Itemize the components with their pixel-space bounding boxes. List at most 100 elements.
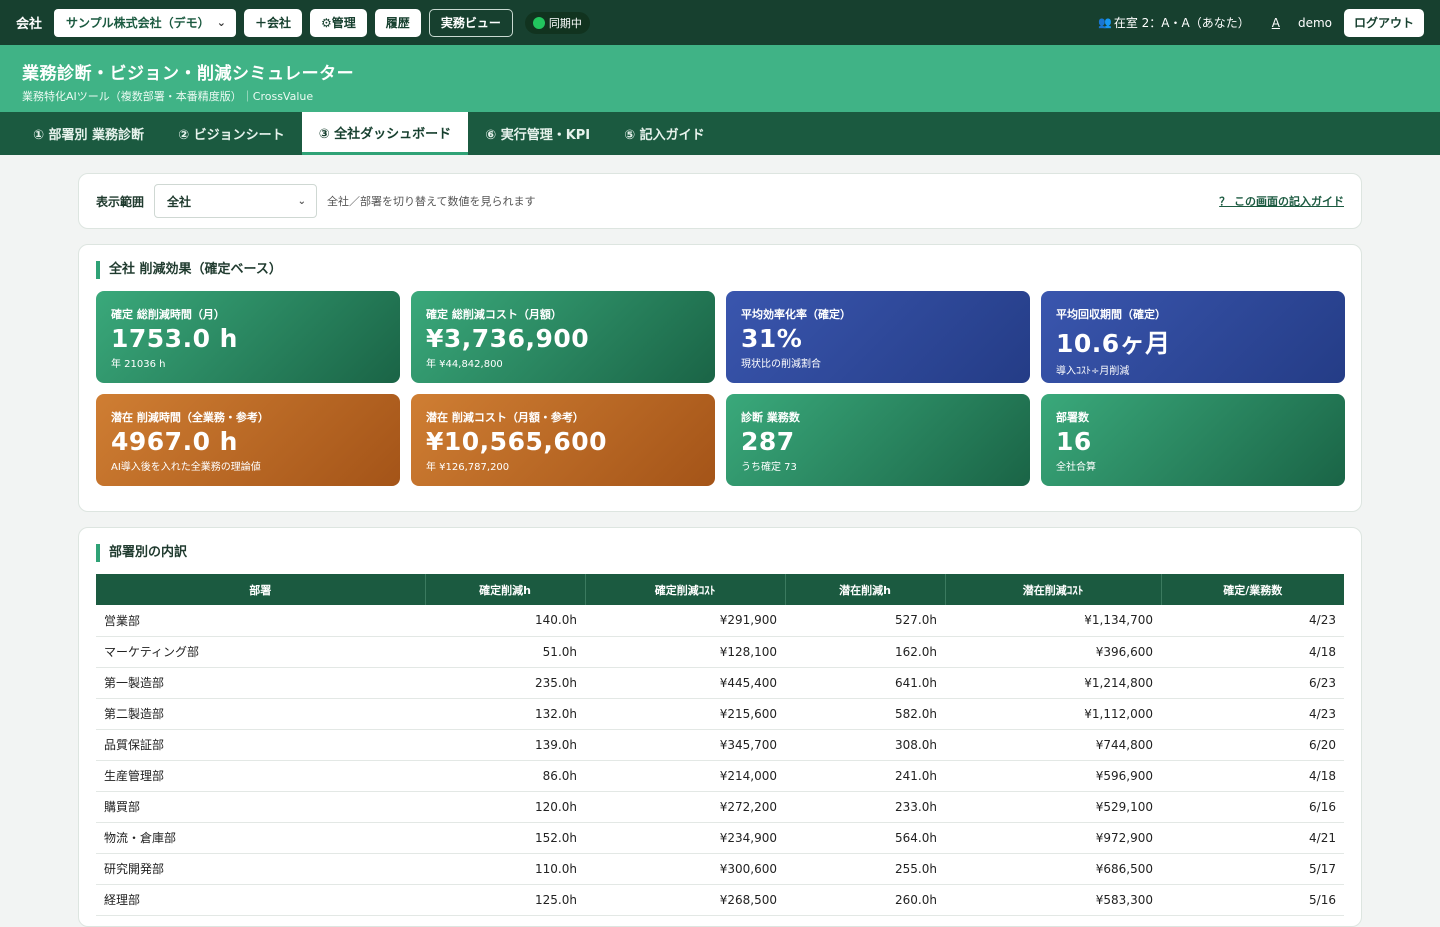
table-row: 物流・倉庫部 152.0h ¥234,900 564.0h ¥972,900 4/21 bbox=[96, 822, 1344, 854]
value-cell: 255.0h bbox=[785, 853, 945, 885]
admin-button[interactable]: ⚙管理 bbox=[310, 8, 367, 37]
kpi-label: 平均回収期間（確定） bbox=[1056, 308, 1166, 321]
value-cell: 582.0h bbox=[785, 698, 945, 730]
chevron-down-icon: ⌄ bbox=[216, 16, 227, 29]
value-cell: 140.0h bbox=[425, 605, 585, 637]
column-header: 確定削減h bbox=[425, 574, 586, 605]
table-row: 品質保証部 139.0h ¥345,700 308.0h ¥744,800 6/20 bbox=[96, 729, 1344, 761]
kpi-sub: 年 ¥126,787,200 bbox=[426, 462, 510, 473]
value-cell: ¥529,100 bbox=[945, 791, 1161, 823]
value-cell: ¥445,400 bbox=[585, 667, 785, 699]
work-view-button[interactable]: 実務ビュー bbox=[428, 8, 513, 37]
column-header: 潜在削減h bbox=[785, 574, 946, 605]
value-cell: 4/23 bbox=[1161, 605, 1344, 637]
company-select-value: サンプル株式会社（デモ） bbox=[66, 16, 210, 30]
value-cell: 162.0h bbox=[785, 636, 945, 668]
table-header-row: 部署 確定削減h 確定削減ｺｽﾄ 潜在削減h 潜在削減ｺｽﾄ 確定/業務数 bbox=[96, 574, 1344, 605]
tab-execution-kpi[interactable]: ⑥ 実行管理・KPI bbox=[468, 112, 607, 155]
scope-bar: 表示範囲 全社 ⌄ 全社／部署を切り替えて数値を見られます ？ この画面の記入ガ… bbox=[78, 173, 1362, 229]
kpi-sub: うち確定 73 bbox=[741, 462, 797, 473]
kpi-sub: 現状比の削減割合 bbox=[741, 359, 821, 370]
tab-entry-guide[interactable]: ⑤ 記入ガイド bbox=[607, 112, 722, 155]
value-cell: ¥1,134,700 bbox=[945, 605, 1161, 637]
sync-status-text: 同期中 bbox=[548, 16, 582, 30]
tab-company-dashboard[interactable]: ③ 全社ダッシュボード bbox=[301, 112, 469, 155]
scope-select[interactable]: 全社 ⌄ bbox=[154, 184, 318, 218]
table-row: 研究開発部 110.0h ¥300,600 255.0h ¥686,500 5/17 bbox=[96, 853, 1344, 885]
value-cell: 6/16 bbox=[1161, 791, 1344, 823]
department-cell: 研究開発部 bbox=[96, 853, 425, 885]
kpi-label: 診断 業務数 bbox=[741, 411, 800, 424]
add-company-button[interactable]: ＋会社 bbox=[244, 8, 303, 37]
tab-department-diagnosis[interactable]: ① 部署別 業務診断 bbox=[16, 112, 161, 155]
value-cell: 4/18 bbox=[1161, 636, 1344, 668]
department-cell: 購買部 bbox=[96, 791, 425, 823]
kpi-label: 確定 総削減時間（月） bbox=[111, 308, 225, 321]
department-cell: マーケティング部 bbox=[96, 636, 425, 668]
column-header: 部署 bbox=[96, 574, 426, 605]
breakdown-table: 部署 確定削減h 確定削減ｺｽﾄ 潜在削減h 潜在削減ｺｽﾄ 確定/業務数 営業… bbox=[96, 574, 1344, 916]
value-cell: 120.0h bbox=[425, 791, 585, 823]
kpi-department-count: 部署数 16 全社合算 bbox=[1041, 394, 1345, 486]
kpi-section-title: 全社 削減効果（確定ベース） bbox=[96, 261, 1344, 279]
value-cell: 139.0h bbox=[425, 729, 585, 761]
presence-text: 在室 2：A・A（あなた） bbox=[1113, 16, 1250, 30]
table-row: 生産管理部 86.0h ¥214,000 241.0h ¥596,900 4/18 bbox=[96, 760, 1344, 792]
top-bar: 会社 サンプル株式会社（デモ） ⌄ ＋会社 ⚙管理 履歴 実務ビュー 同期中 👥… bbox=[0, 0, 1440, 45]
sync-dot-icon bbox=[532, 16, 545, 29]
kpi-section: 全社 削減効果（確定ベース） 確定 総削減時間（月） 1753.0 h 年 21… bbox=[78, 244, 1362, 512]
value-cell: 152.0h bbox=[425, 822, 585, 854]
department-cell: 第二製造部 bbox=[96, 698, 425, 730]
logout-button[interactable]: ログアウト bbox=[1343, 8, 1424, 37]
column-header: 確定/業務数 bbox=[1161, 574, 1344, 605]
people-icon: 👥 bbox=[1098, 16, 1112, 29]
company-select[interactable]: サンプル株式会社（デモ） ⌄ bbox=[54, 8, 237, 37]
guide-link[interactable]: ？ この画面の記入ガイド bbox=[1219, 193, 1344, 209]
kpi-sub: 年 ¥44,842,800 bbox=[426, 359, 503, 370]
value-cell: 527.0h bbox=[785, 605, 945, 637]
kpi-value: ¥10,565,600 bbox=[426, 427, 608, 456]
kpi-value: 10.6ヶ月 bbox=[1056, 329, 1171, 358]
department-cell: 生産管理部 bbox=[96, 760, 425, 792]
scope-select-value: 全社 bbox=[167, 194, 192, 209]
sync-status-badge: 同期中 bbox=[524, 11, 590, 34]
value-cell: 6/20 bbox=[1161, 729, 1344, 761]
kpi-label: 潜在 削減時間（全業務・参考） bbox=[111, 411, 269, 424]
kpi-grid: 確定 総削減時間（月） 1753.0 h 年 21036 h 確定 総削減コスト… bbox=[96, 291, 1345, 486]
font-size-toggle[interactable]: A bbox=[1272, 16, 1280, 30]
table-row: 購買部 120.0h ¥272,200 233.0h ¥529,100 6/16 bbox=[96, 791, 1344, 823]
value-cell: ¥1,112,000 bbox=[945, 698, 1161, 730]
department-cell: 物流・倉庫部 bbox=[96, 822, 425, 854]
department-cell: 第一製造部 bbox=[96, 667, 425, 699]
main-tabs: ① 部署別 業務診断 ② ビジョンシート ③ 全社ダッシュボード ⑥ 実行管理・… bbox=[0, 112, 1440, 155]
value-cell: ¥744,800 bbox=[945, 729, 1161, 761]
value-cell: 5/17 bbox=[1161, 853, 1344, 885]
table-row: 第二製造部 132.0h ¥215,600 582.0h ¥1,112,000 4/23 bbox=[96, 698, 1344, 730]
kpi-sub: AI導入後を入れた全業務の理論値 bbox=[111, 462, 261, 473]
breakdown-section: 部署別の内訳 部署 確定削減h 確定削減ｺｽﾄ 潜在削減h 潜在削減ｺｽﾄ 確定… bbox=[78, 527, 1362, 927]
kpi-value: 1753.0 h bbox=[111, 324, 238, 353]
kpi-potential-cost: 潜在 削減コスト（月額・参考） ¥10,565,600 年 ¥126,787,2… bbox=[411, 394, 715, 486]
table-row: 第一製造部 235.0h ¥445,400 641.0h ¥1,214,800 6/23 bbox=[96, 667, 1344, 699]
value-cell: ¥291,900 bbox=[585, 605, 785, 637]
kpi-label: 平均効率化率（確定） bbox=[741, 308, 851, 321]
value-cell: ¥686,500 bbox=[945, 853, 1161, 885]
kpi-sub: 導入ｺｽﾄ÷月削減 bbox=[1056, 366, 1130, 377]
kpi-sub: 全社合算 bbox=[1056, 462, 1096, 473]
app-header: 業務診断・ビジョン・削減シミュレーター 業務特化AIツール（複数部署・本番精度版… bbox=[0, 45, 1440, 112]
value-cell: 241.0h bbox=[785, 760, 945, 792]
table-row: 営業部 140.0h ¥291,900 527.0h ¥1,134,700 4/23 bbox=[96, 605, 1344, 637]
value-cell: 308.0h bbox=[785, 729, 945, 761]
kpi-efficiency-rate: 平均効率化率（確定） 31% 現状比の削減割合 bbox=[726, 291, 1030, 383]
value-cell: 4/23 bbox=[1161, 698, 1344, 730]
scope-label: 表示範囲 bbox=[96, 194, 145, 209]
kpi-value: 4967.0 h bbox=[111, 427, 238, 456]
history-button[interactable]: 履歴 bbox=[374, 8, 421, 37]
tab-vision-sheet[interactable]: ② ビジョンシート bbox=[161, 112, 302, 155]
value-cell: 110.0h bbox=[425, 853, 585, 885]
value-cell: 6/23 bbox=[1161, 667, 1344, 699]
value-cell: 4/18 bbox=[1161, 760, 1344, 792]
value-cell: ¥345,700 bbox=[585, 729, 785, 761]
app-subtitle: 業務特化AIツール（複数部署・本番精度版）｜CrossValue bbox=[22, 90, 314, 103]
user-name: demo bbox=[1297, 15, 1332, 30]
